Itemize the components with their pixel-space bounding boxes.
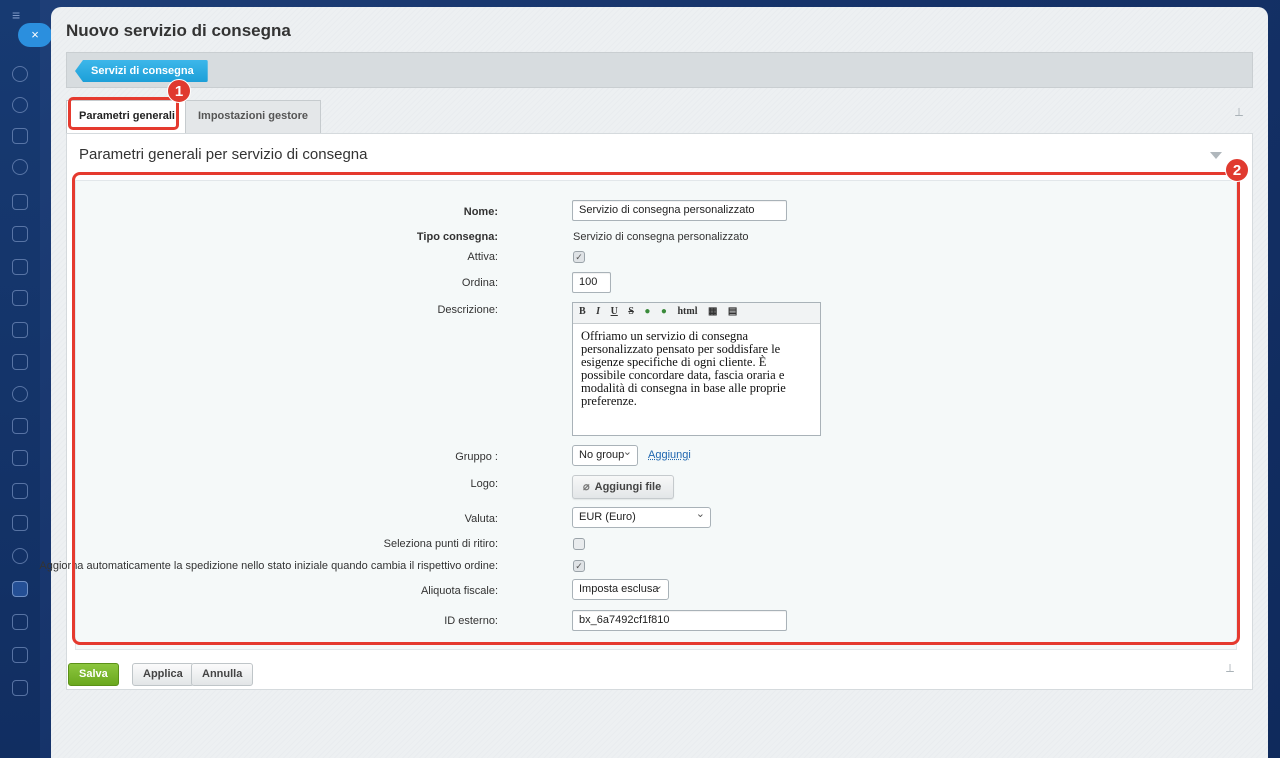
- calendar-icon[interactable]: [12, 226, 28, 242]
- chat-icon[interactable]: [12, 97, 28, 113]
- pen-icon[interactable]: [12, 647, 28, 663]
- pin-bottom-icon[interactable]: ⟂: [1226, 661, 1234, 676]
- save-button[interactable]: Salva: [68, 663, 119, 686]
- document-icon[interactable]: [12, 194, 28, 210]
- store-icon[interactable]: [12, 515, 28, 531]
- crm-icon[interactable]: [12, 128, 28, 144]
- highlight-form: [72, 172, 1240, 645]
- target-icon[interactable]: [12, 548, 28, 564]
- hexagon-icon[interactable]: [12, 159, 28, 175]
- board-icon[interactable]: [12, 290, 28, 306]
- file-icon[interactable]: [12, 259, 28, 275]
- pin-icon[interactable]: ⟂: [1235, 105, 1243, 120]
- users-icon[interactable]: [12, 386, 28, 402]
- cancel-button[interactable]: Annulla: [191, 663, 254, 686]
- filter-icon[interactable]: [12, 450, 28, 466]
- page-title: Nuovo servizio di consegna: [66, 21, 291, 40]
- breadcrumb-delivery-services[interactable]: Servizi di consegna: [75, 60, 208, 82]
- chart-icon[interactable]: [12, 680, 28, 696]
- menu-icon[interactable]: ≡: [12, 8, 26, 22]
- left-nav-rail: ≡: [0, 0, 40, 758]
- annotation-badge-2: 2: [1225, 158, 1249, 182]
- mail-icon[interactable]: [12, 354, 28, 370]
- highlight-tabs: [68, 97, 179, 130]
- collapse-arrow-icon[interactable]: [1210, 152, 1222, 159]
- breadcrumb: Servizi di consegna: [66, 52, 1253, 88]
- activity-icon[interactable]: [12, 66, 28, 82]
- annotation-badge-1: 1: [167, 79, 191, 103]
- schedule-icon[interactable]: [12, 483, 28, 499]
- drive-icon[interactable]: [12, 322, 28, 338]
- tab-handler-settings[interactable]: Impostazioni gestore: [185, 100, 322, 133]
- cart-icon[interactable]: [12, 581, 28, 597]
- tasks-icon[interactable]: [12, 418, 28, 434]
- apply-button[interactable]: Applica: [132, 663, 194, 686]
- close-icon[interactable]: ×: [18, 23, 52, 47]
- sites-icon[interactable]: [12, 614, 28, 630]
- section-title: Parametri generali per servizio di conse…: [79, 146, 368, 163]
